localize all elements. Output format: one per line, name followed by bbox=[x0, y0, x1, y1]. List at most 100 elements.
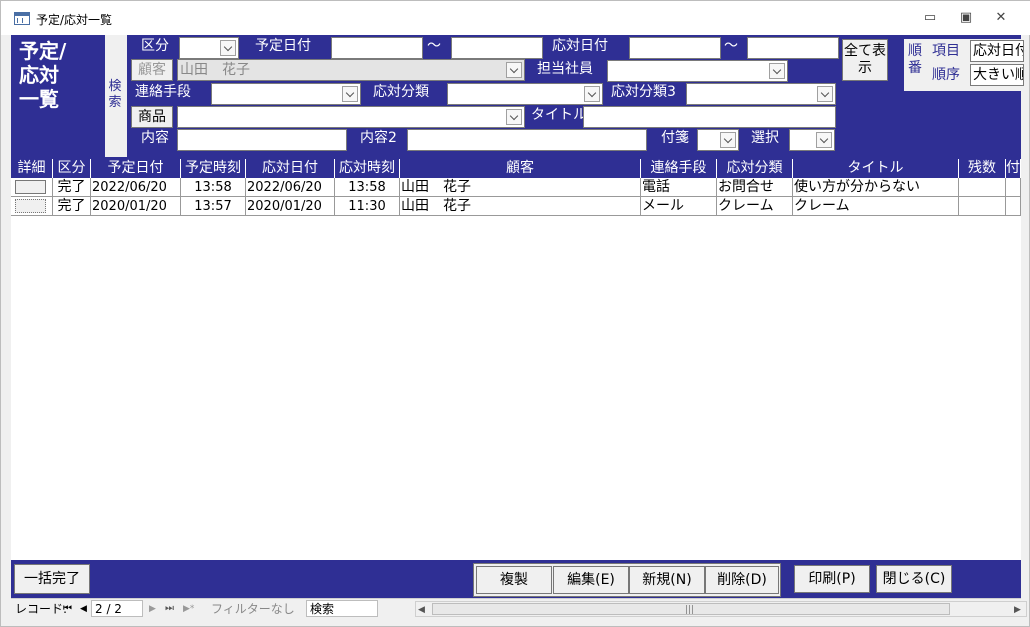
outai-category-label: 応対分類 bbox=[373, 84, 429, 100]
detail-button[interactable] bbox=[15, 199, 46, 213]
category-cell[interactable]: お問合せ bbox=[717, 178, 793, 197]
chevron-down-icon[interactable] bbox=[817, 86, 833, 102]
outai-date-cell[interactable]: 2022/06/20 bbox=[246, 178, 335, 197]
record-navigation: レコード: ⏮ ◀ 2 / 2 ▶ ⏭ ▶* フィルターなし 検索 ◀ ||| … bbox=[11, 598, 1027, 618]
column-header: 予定時刻 bbox=[181, 159, 246, 178]
select-combo[interactable] bbox=[789, 129, 835, 151]
customer-cell[interactable]: 山田 花子 bbox=[400, 178, 641, 197]
yotei-date-cell[interactable]: 2022/06/20 bbox=[91, 178, 181, 197]
yotei-date-cell[interactable]: 2020/01/20 bbox=[91, 197, 181, 216]
search-label: 検索 bbox=[108, 79, 122, 110]
kubun-cell[interactable]: 完了 bbox=[53, 178, 91, 197]
product-button[interactable]: 商品 bbox=[131, 106, 173, 128]
minimize-button[interactable]: ▭ bbox=[923, 11, 937, 25]
title-field[interactable] bbox=[583, 106, 836, 128]
sort-order-combo[interactable]: 大きい順 bbox=[970, 64, 1024, 86]
title-cell[interactable]: クレーム bbox=[793, 197, 959, 216]
staff-combo[interactable] bbox=[607, 60, 788, 82]
form-title-line: 予定/ bbox=[19, 39, 67, 63]
record-position-field[interactable]: 2 / 2 bbox=[91, 600, 143, 617]
outai-category-combo[interactable] bbox=[447, 83, 603, 105]
table-row[interactable]: 完了 2022/06/20 13:58 2022/06/20 13:58 山田 … bbox=[11, 178, 1021, 197]
outai-date-to[interactable] bbox=[747, 37, 839, 59]
chevron-down-icon[interactable] bbox=[220, 40, 236, 56]
chevron-down-icon[interactable] bbox=[506, 109, 522, 125]
last-record-icon[interactable]: ⏭ bbox=[165, 601, 174, 617]
scroll-thumb[interactable]: ||| bbox=[432, 603, 950, 615]
chevron-down-icon[interactable] bbox=[816, 132, 832, 148]
column-header: 区分 bbox=[53, 159, 91, 178]
column-header: 詳細 bbox=[11, 159, 53, 178]
outai-date-from[interactable] bbox=[629, 37, 721, 59]
chevron-down-icon[interactable] bbox=[506, 62, 522, 78]
kubun-cell[interactable]: 完了 bbox=[53, 197, 91, 216]
title-cell[interactable]: 使い方が分からない bbox=[793, 178, 959, 197]
remain-cell[interactable] bbox=[959, 197, 1006, 216]
print-button[interactable]: 印刷(P) bbox=[794, 565, 870, 593]
contact-method-label: 連絡手段 bbox=[135, 84, 191, 100]
column-header: 応対日付 bbox=[246, 159, 335, 178]
sort-item-value: 応対日付 bbox=[973, 43, 1024, 59]
column-header: 残数 bbox=[959, 159, 1006, 178]
form-title-line: 一覧 bbox=[19, 87, 59, 111]
new-record-icon[interactable]: ▶* bbox=[183, 601, 194, 617]
yotei-date-to[interactable] bbox=[451, 37, 543, 59]
close-window-button[interactable]: ✕ bbox=[994, 11, 1008, 25]
customer-button[interactable]: 顧客 bbox=[131, 59, 173, 81]
detail-button[interactable] bbox=[15, 180, 46, 194]
show-all-button[interactable]: 全て表示 bbox=[842, 39, 888, 81]
content-label: 内容 bbox=[141, 130, 169, 146]
outai-time-cell[interactable]: 11:30 bbox=[335, 197, 400, 216]
restore-button[interactable]: ▣ bbox=[959, 11, 973, 25]
content-field[interactable] bbox=[177, 129, 347, 151]
product-combo[interactable] bbox=[177, 106, 525, 128]
chevron-down-icon[interactable] bbox=[342, 86, 358, 102]
extra-cell[interactable] bbox=[1006, 197, 1021, 216]
column-header: 応対時刻 bbox=[335, 159, 400, 178]
sort-item-combo[interactable]: 応対日付 bbox=[970, 40, 1024, 62]
staff-label: 担当社員 bbox=[537, 61, 593, 77]
chevron-down-icon[interactable] bbox=[584, 86, 600, 102]
first-record-icon[interactable]: ⏮ bbox=[63, 601, 72, 617]
search-header: 予定/ 応対 一覧 検索 区分 予定日付 〜 応対日付 〜 全て表示 顧客 山田… bbox=[11, 35, 1024, 159]
edit-button[interactable]: 編集(E) bbox=[553, 566, 629, 594]
customer-cell[interactable]: 山田 花子 bbox=[400, 197, 641, 216]
outai-time-cell[interactable]: 13:58 bbox=[335, 178, 400, 197]
table-row[interactable]: 完了 2020/01/20 13:57 2020/01/20 11:30 山田 … bbox=[11, 197, 1021, 216]
chevron-down-icon[interactable] bbox=[720, 132, 736, 148]
sticky-combo[interactable] bbox=[697, 129, 739, 151]
yotei-time-cell[interactable]: 13:57 bbox=[181, 197, 246, 216]
kubun-combo[interactable] bbox=[179, 37, 239, 59]
customer-combo[interactable]: 山田 花子 bbox=[177, 59, 525, 81]
method-cell[interactable]: メール bbox=[641, 197, 717, 216]
bulk-complete-button[interactable]: 一括完了 bbox=[14, 564, 90, 594]
yotei-time-cell[interactable]: 13:58 bbox=[181, 178, 246, 197]
column-header: 連絡手段 bbox=[641, 159, 717, 178]
search-input[interactable]: 検索 bbox=[306, 600, 378, 617]
next-record-icon[interactable]: ▶ bbox=[149, 601, 156, 617]
form-title-line: 応対 bbox=[19, 63, 59, 87]
scroll-right-icon[interactable]: ▶ bbox=[1014, 602, 1021, 618]
outai-category3-combo[interactable] bbox=[686, 83, 836, 105]
extra-cell[interactable] bbox=[1006, 178, 1021, 197]
yotei-date-from[interactable] bbox=[331, 37, 423, 59]
window-title: 予定/応対一覧 bbox=[36, 13, 113, 27]
tilde-label: 〜 bbox=[427, 38, 441, 54]
column-header: 予定日付 bbox=[91, 159, 181, 178]
remain-cell[interactable] bbox=[959, 178, 1006, 197]
contact-method-combo[interactable] bbox=[211, 83, 361, 105]
content2-field[interactable] bbox=[407, 129, 647, 151]
chevron-down-icon[interactable] bbox=[769, 63, 785, 79]
outai-date-cell[interactable]: 2020/01/20 bbox=[246, 197, 335, 216]
prev-record-icon[interactable]: ◀ bbox=[80, 601, 87, 617]
scroll-left-icon[interactable]: ◀ bbox=[418, 602, 425, 618]
delete-button[interactable]: 削除(D) bbox=[705, 566, 779, 594]
copy-button[interactable]: 複製 bbox=[476, 566, 552, 594]
method-cell[interactable]: 電話 bbox=[641, 178, 717, 197]
horizontal-scrollbar[interactable]: ◀ ||| ▶ bbox=[415, 601, 1027, 617]
filter-status[interactable]: フィルターなし bbox=[211, 601, 295, 617]
sort-item-label: 項目 bbox=[932, 43, 960, 59]
new-button[interactable]: 新規(N) bbox=[629, 566, 705, 594]
close-button[interactable]: 閉じる(C) bbox=[876, 565, 952, 593]
category-cell[interactable]: クレーム bbox=[717, 197, 793, 216]
